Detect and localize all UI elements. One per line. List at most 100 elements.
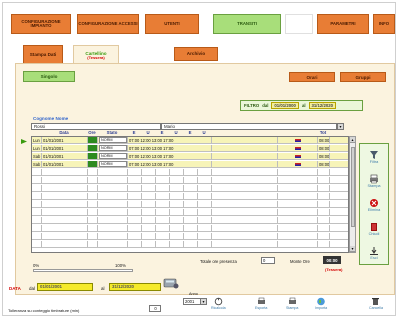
table-row[interactable] [32,241,348,248]
delete-button[interactable]: Elimina [360,194,388,216]
footer-from-prefix: dal [29,286,36,291]
exit-icon [371,223,377,231]
table-cell [128,209,142,215]
nav-blank [285,14,313,34]
table-cell: Sab [33,153,42,159]
nav-config-impianto[interactable]: CONFIGURAZIONE IMPIANTO [11,14,71,34]
table-cell [278,169,318,175]
table-cell [278,201,318,207]
table-row[interactable] [32,193,348,200]
table-cell [42,177,88,183]
tolerance-label: Tolleranza su conteggio timbrature (min) [8,308,80,313]
nav-transiti[interactable]: TRANSITI [213,14,281,34]
table-row[interactable]: Lun 01/01/2001 NORM 07:00 12:00 13:00 17:00… [32,145,348,152]
table-row[interactable] [32,201,348,208]
filter-to-field[interactable]: 31/12/2020 [308,102,337,109]
table-cell: 08:00 [319,153,330,159]
filter-from-field[interactable]: 01/01/2000 [271,102,299,109]
footer-to-field[interactable]: 31/12/2020 [109,283,161,291]
table-cell: 01/01/2001 [42,137,88,143]
table-cell [184,177,198,183]
recalc-button[interactable]: Ricalcola [211,297,226,310]
filter-from-prefix: dal [262,103,269,108]
table-row[interactable] [32,185,348,192]
table-cell [170,185,184,191]
transit-grid: Lun 01/01/2001 NORM 07:00 12:00 13:00 17:00… [31,136,349,253]
scroll-down-icon[interactable]: ▾ [350,246,355,252]
table-row[interactable]: Sab 01/01/2001 NORM 07:00 12:00 13:00 17:00… [32,153,348,160]
table-cell [184,185,198,191]
table-cell [212,225,278,231]
progress-min-label: 0% [33,263,40,268]
table-cell: 08:00 [319,161,330,167]
filter-button[interactable]: Filtra [360,146,388,168]
year-select[interactable]: 2001 [183,298,201,305]
print-footer-button[interactable]: Stampa [286,297,298,310]
exit-button[interactable]: Esci [360,242,388,264]
table-cell [156,233,170,239]
table-cell [88,233,98,239]
table-cell [198,225,212,231]
table-row[interactable]: Lun 01/01/2001 NORM 07:00 12:00 13:00 17:00… [32,137,348,144]
state-select[interactable]: NORM [99,145,127,151]
state-select[interactable]: NORM [99,161,127,167]
table-cell [32,241,42,247]
flag-icon [295,146,301,150]
tab-sublabel: (Tessera) [87,55,105,61]
state-select[interactable]: NORM [99,137,127,143]
table-cell [318,241,330,247]
total-hours-field[interactable]: 0 [261,257,275,264]
tolerance-field[interactable]: 0 [149,305,161,312]
year-dropdown-icon[interactable]: ▾ [200,298,207,305]
table-row[interactable] [32,209,348,216]
table-cell [128,201,142,207]
table-cell [184,217,198,223]
footer-from-field[interactable]: 01/01/2001 [37,283,93,291]
print-button[interactable]: Stampa [360,170,388,192]
table-row[interactable] [32,169,348,176]
table-cell [278,225,318,231]
delete-footer-button[interactable]: Cancella [369,297,383,310]
nav-config-accessi[interactable]: CONFIGURAZIONE ACCESSI [77,14,139,34]
tab-stampa-dati[interactable]: Stampa Dati [23,45,63,65]
table-cell [156,169,170,175]
table-cell [156,225,170,231]
gruppi-button[interactable]: Gruppi [340,72,386,82]
table-row[interactable] [32,233,348,240]
tab-archivio[interactable]: Archivio [174,47,218,61]
table-cell [278,177,318,183]
table-cell: 01/01/2001 [42,153,88,159]
employee-name-field[interactable]: Mario [161,123,337,130]
tab-singolo[interactable]: Singolo [23,71,75,82]
table-row[interactable]: Sab 01/01/2001 NORM 07:00 12:00 13:00 17:00… [32,161,348,168]
side-label: Elimina [367,208,381,212]
table-cell [88,177,98,183]
table-cell [128,241,142,247]
orari-button[interactable]: Orari [289,72,335,82]
export-button[interactable]: Esporta [255,297,267,310]
close-button[interactable]: Chiudi [360,218,388,240]
table-cell [128,193,142,199]
grid-scrollbar[interactable]: ▴ ▾ [349,136,356,253]
table-row[interactable] [32,177,348,184]
table-cell [278,233,318,239]
table-cell [198,201,212,207]
state-select[interactable]: NORM [99,153,127,159]
table-cell [170,233,184,239]
import-button[interactable]: Importa [315,297,327,310]
employee-surname-field[interactable]: Rossi [31,123,161,130]
employee-dropdown-icon[interactable]: ▾ [337,123,344,130]
nav-info[interactable]: INFO [373,14,395,34]
nav-utenti[interactable]: UTENTI [145,14,199,34]
table-cell [88,169,98,175]
scroll-thumb[interactable] [351,147,355,227]
table-cell [212,145,278,151]
hours-bank-value: 00:00 [323,256,341,264]
status-color-cell [88,137,98,143]
nav-parametri[interactable]: PARAMETRI [317,14,369,34]
table-cell [42,169,88,175]
table-row[interactable] [32,217,348,224]
table-row[interactable] [32,225,348,232]
calculator-icon[interactable] [163,277,179,289]
scroll-up-icon[interactable]: ▴ [350,137,355,143]
